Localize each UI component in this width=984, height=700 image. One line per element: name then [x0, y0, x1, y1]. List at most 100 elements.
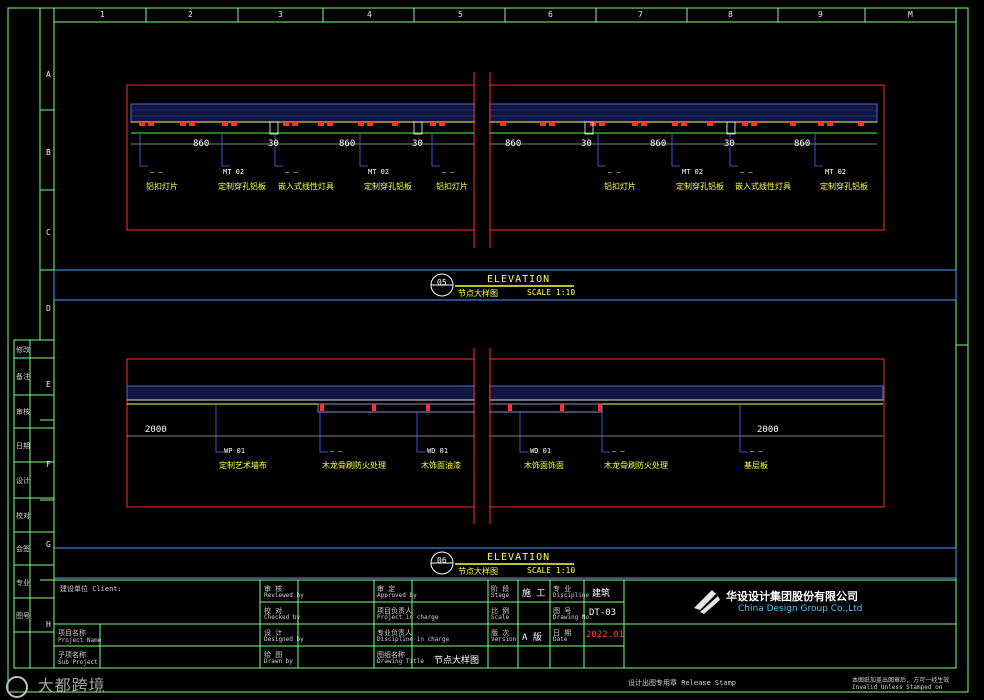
dim-05-1: 860 [193, 139, 210, 149]
dim-06-1: 2000 [145, 425, 167, 435]
strip-label-5: 设计 [16, 477, 30, 485]
callout-tag-06-2: — — [330, 447, 343, 455]
grid-col-6: 6 [548, 10, 553, 19]
callout-tag-05-1: — — [150, 168, 163, 176]
callout-tag-06-5: — — [612, 447, 625, 455]
project-lead-label-en: Project in charge [377, 614, 439, 621]
dim-05-2: 30 [268, 139, 279, 149]
callout-tag-05-4: MT 02 [368, 168, 390, 176]
detail-scale-05: SCALE 1:10 [527, 288, 576, 297]
invalid-note-cn: 本图纸加盖出图章后, 方可一经生效 [852, 677, 950, 684]
dim-05-6: 30 [581, 139, 592, 149]
grid-col-5: 5 [458, 10, 463, 19]
callout-tag-06-4: WD 01 [530, 447, 552, 455]
design-label-en: Designed by [264, 636, 304, 643]
grid-col-8: 8 [728, 10, 733, 19]
version-value: A 版 [522, 633, 542, 643]
strip-label-6: 校对 [16, 512, 30, 520]
grid-col-10: M [908, 10, 913, 19]
callout-label-05-2: 定制穿孔铝板 [218, 182, 266, 191]
drawing-no-value: DT-03 [589, 608, 617, 618]
discipline-value: 建筑 [592, 589, 611, 599]
callout-label-06-2: 木龙骨刷防火处理 [322, 461, 386, 470]
strip-label-2: 备注 [16, 373, 30, 381]
elevation-title-06: ELEVATION [487, 552, 551, 563]
callout-tag-05-3: — — [285, 168, 298, 176]
release-stamp-label: 设计出图专用章 Release Stamp [628, 679, 737, 687]
strip-label-4: 日期 [16, 442, 30, 450]
callout-tag-05-6: — — [608, 168, 621, 176]
callout-tag-05-2: MT 02 [223, 168, 245, 176]
grid-row-a: A [46, 70, 51, 79]
stage-value: 施 工 [522, 589, 546, 599]
grid-col-2: 2 [188, 10, 193, 19]
grid-col-1: 1 [100, 10, 105, 19]
callout-tag-05-7: MT 02 [682, 168, 704, 176]
company-name-cn: 华设设计集团股份有限公司 [726, 590, 858, 603]
strip-label-9: 图号 [16, 612, 30, 620]
dim-05-9: 860 [794, 139, 811, 149]
callout-label-05-3: 嵌入式线性灯具 [278, 182, 334, 191]
dim-05-8: 30 [724, 139, 735, 149]
examine-label-en: Approved by [377, 592, 417, 599]
elevation-title-05: ELEVATION [487, 274, 551, 285]
callout-label-06-4: 木饰面饰面 [524, 461, 564, 470]
grid-col-4: 4 [367, 10, 372, 19]
watermark-text: 大都跨境 [37, 676, 106, 695]
strip-label-7: 会签 [16, 545, 30, 553]
callout-tag-05-8: — — [740, 168, 753, 176]
discipline-label-en: Discipline [553, 592, 590, 599]
strip-label-1: 修改 [16, 346, 30, 354]
strip-label-3: 审核 [16, 408, 30, 416]
callout-label-05-1: 铝扣灯片 [146, 182, 178, 191]
callout-label-05-9: 定制穿孔铝板 [820, 182, 868, 191]
callout-label-05-4: 定制穿孔铝板 [364, 182, 412, 191]
project-name-label-en: Project Name [58, 637, 102, 644]
sub-project-label-en: Sub Project [58, 659, 98, 666]
drawing-name-label-en: Drawing Title [377, 658, 424, 665]
version-label-en: Version [491, 636, 517, 643]
dim-05-7: 860 [650, 139, 667, 149]
callout-label-05-6: 铝扣灯片 [604, 182, 636, 191]
callout-label-06-3: 木饰面油漆 [421, 461, 461, 470]
callout-label-05-7: 定制穿孔铝板 [676, 182, 724, 191]
invalid-note-en: Invalid Unless Stamped on [852, 684, 943, 691]
callout-label-06-5: 木龙骨刷防火处理 [604, 461, 668, 470]
check-label-en: Checked by [264, 614, 301, 621]
grid-col-7: 7 [638, 10, 643, 19]
callout-tag-05-5: — — [442, 168, 455, 176]
callout-tag-06-3: WD 01 [427, 447, 449, 455]
callout-tag-06-1: WP 01 [224, 447, 246, 455]
date-label-en: Date [553, 636, 568, 643]
date-value: 2022.01 [586, 630, 624, 640]
company-name-en: China Design Group Co.,Ltd [738, 604, 863, 614]
client-label: 建设单位 Client: [60, 585, 122, 593]
grid-row-b: B [46, 148, 51, 157]
callout-tag-05-9: MT 02 [825, 168, 847, 176]
dim-05-3: 860 [339, 139, 356, 149]
grid-row-f: F [46, 460, 51, 469]
watermark-logo: 大都跨境 [6, 672, 106, 698]
dim-06-2: 2000 [757, 425, 779, 435]
strip-label-8: 专业 [16, 579, 30, 587]
callout-label-05-5: 铝扣灯片 [436, 182, 468, 191]
watermark-logo-icon [6, 675, 28, 698]
grid-row-e: E [46, 380, 51, 389]
callout-label-05-8: 嵌入式线性灯具 [735, 182, 791, 191]
stage-label-en: Stage [491, 592, 510, 599]
scale-label-en: Scale [491, 614, 510, 621]
grid-col-3: 3 [278, 10, 283, 19]
drawing-no-label-en: Drawing No. [553, 614, 593, 621]
detail-scale-06: SCALE 1:10 [527, 566, 576, 575]
detail-number-06: 06 [437, 556, 447, 565]
grid-row-h: H [46, 620, 51, 629]
dim-05-5: 860 [505, 139, 522, 149]
callout-tag-06-6: — — [750, 447, 763, 455]
detail-number-05: 05 [437, 278, 447, 287]
callout-label-06-1: 定制艺术墙布 [219, 461, 267, 470]
approve-label-en: Reviewed by [264, 592, 304, 599]
detail-name-06: 节点大样图 [458, 567, 498, 576]
grid-row-d: D [46, 304, 51, 313]
grid-row-g: G [46, 540, 51, 549]
draw-label-en: Drawn by [264, 658, 293, 665]
